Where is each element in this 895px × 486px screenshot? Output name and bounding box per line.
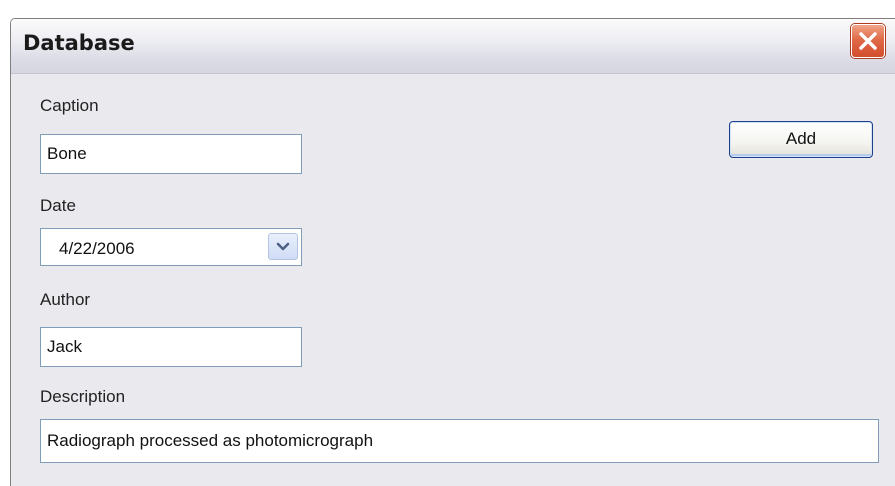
date-label: Date <box>40 196 76 215</box>
caption-input[interactable] <box>40 134 302 174</box>
date-picker[interactable]: 4/22/2006 <box>40 228 302 266</box>
title-bar[interactable]: Database <box>11 19 895 74</box>
author-input[interactable] <box>40 327 302 367</box>
close-button[interactable] <box>851 24 885 58</box>
date-value: 4/22/2006 <box>59 239 135 258</box>
close-icon <box>859 32 877 50</box>
description-label: Description <box>40 387 126 406</box>
chevron-down-icon <box>276 242 290 251</box>
dialog-content: Caption Add Date 4/22/2006 Author Descri… <box>11 74 895 486</box>
description-input[interactable] <box>40 419 879 463</box>
caption-label: Caption <box>40 96 99 115</box>
database-dialog: Database Caption Add Date 4/22/2006 Auth… <box>10 18 895 486</box>
date-dropdown-button[interactable] <box>268 233 298 260</box>
add-button[interactable]: Add <box>729 121 873 158</box>
window-title: Database <box>23 31 135 55</box>
author-label: Author <box>40 290 91 309</box>
